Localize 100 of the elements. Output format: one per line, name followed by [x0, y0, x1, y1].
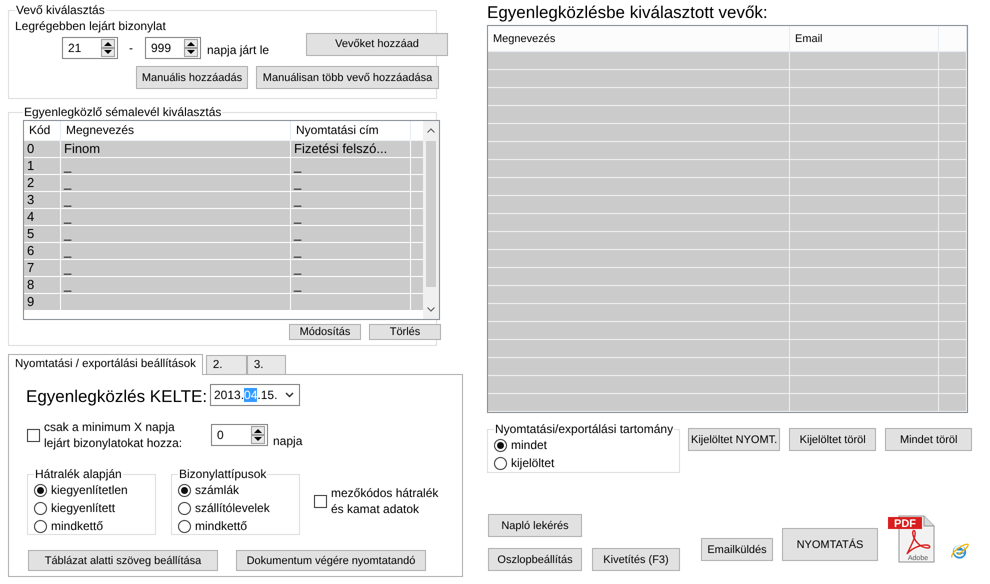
table-cell: 8: [27, 277, 34, 292]
scroll-down-icon[interactable]: [427, 307, 435, 312]
table-row[interactable]: 6 _ _: [24, 243, 423, 260]
button[interactable]: Törlés: [369, 324, 441, 340]
days-label: napja: [273, 434, 302, 448]
date-picker[interactable]: 2013.04.15.: [210, 384, 300, 406]
button[interactable]: Kijelöltet töröl: [789, 428, 876, 451]
table-cell: _: [64, 226, 72, 241]
radio-button[interactable]: [494, 438, 507, 452]
group-title: Egyenlegközlő sémalevél kiválasztás: [23, 105, 222, 119]
group-title: Vevő kiválasztás: [15, 3, 106, 17]
radio-button[interactable]: [34, 520, 47, 532]
group-title: Hátralék alapján: [34, 467, 123, 481]
radio-label: szállítólevelek: [195, 501, 270, 515]
checkbox-label: mezőkódos hátralék és kamat adatok: [331, 485, 440, 517]
radio-label: számlák: [195, 483, 240, 497]
table-cell: _: [294, 226, 302, 241]
table-cell: 6: [27, 243, 34, 258]
radio-button[interactable]: [178, 484, 191, 496]
table-row[interactable]: 1 _ _: [24, 158, 423, 175]
add-customers-button[interactable]: Vevőket hozzáad: [306, 32, 448, 56]
scroll-up-icon[interactable]: [427, 128, 435, 133]
checkbox-label: csak a minimum X napja lejárt bizonylatokat hozza:: [44, 419, 184, 451]
radio-button[interactable]: [34, 502, 47, 514]
radio-label: kijelöltet: [511, 456, 554, 470]
table-cell: _: [294, 260, 302, 275]
tab[interactable]: Nyomtatási / exportálási beállítások: [8, 354, 203, 375]
number-field[interactable]: 21: [62, 37, 118, 59]
table-cell: 5: [27, 226, 34, 241]
checkbox[interactable]: [314, 494, 327, 508]
radio-button[interactable]: [34, 484, 47, 496]
number-field[interactable]: 0: [211, 424, 268, 446]
table-row[interactable]: 4 _ _: [24, 209, 423, 226]
spin-arrows-icon[interactable]: [101, 39, 115, 57]
table-cell: Fizetési felszó...: [294, 141, 388, 156]
table-cell: _: [64, 158, 72, 173]
button[interactable]: Módosítás: [289, 324, 361, 340]
column-header[interactable]: Email: [790, 26, 939, 51]
button[interactable]: Oszlopbeállítás: [488, 548, 582, 571]
radio-button[interactable]: [178, 520, 191, 532]
spin-arrows-icon[interactable]: [251, 426, 265, 444]
print-button[interactable]: NYOMTATÁS: [782, 528, 878, 561]
table-cell: _: [64, 192, 72, 207]
radio-label: kiegyenlítetlen: [51, 483, 128, 497]
field-label: Legrégebben lejárt bizonylat: [15, 19, 166, 33]
radio-button[interactable]: [178, 502, 191, 514]
scrollbar[interactable]: [423, 121, 439, 319]
checkbox[interactable]: [27, 428, 40, 442]
table-cell: _: [64, 260, 72, 275]
button[interactable]: Manuális hozzáadás: [136, 66, 248, 89]
radio-label: kiegyenlített: [51, 501, 116, 515]
table-row[interactable]: 0 Finom Fizetési felszó...: [24, 141, 423, 158]
browser-icon[interactable]: [950, 541, 969, 561]
chevron-down-icon[interactable]: [285, 392, 294, 398]
table-cell: _: [64, 209, 72, 224]
tab[interactable]: 2.: [206, 355, 247, 374]
table-cell: _: [294, 243, 302, 258]
button[interactable]: Táblázat alatti szöveg beállítása: [28, 550, 218, 571]
table-row[interactable]: 7 _ _: [24, 260, 423, 277]
table-row[interactable]: 2 _ _: [24, 175, 423, 192]
table-cell: 3: [27, 192, 34, 207]
tab[interactable]: 3.: [246, 355, 286, 374]
button[interactable]: Napló lekérés: [488, 514, 582, 537]
button[interactable]: Dokumentum végére nyomtatandó: [236, 550, 426, 571]
table-cell: _: [294, 192, 302, 207]
table-row[interactable]: 9: [24, 294, 423, 311]
group-title: Nyomtatási/exportálási tartomány: [494, 422, 674, 436]
number-field[interactable]: 999: [145, 37, 201, 59]
radio-label: mindkettő: [195, 519, 248, 533]
radio-label: mindkettő: [51, 519, 104, 533]
table-row[interactable]: 3 _ _: [24, 192, 423, 209]
table-cell: 1: [27, 158, 34, 173]
days-label: napja járt le: [207, 43, 270, 57]
table-cell: _: [64, 175, 72, 190]
group-title: Bizonylattípusok: [178, 467, 268, 481]
column-header[interactable]: Megnevezés: [61, 121, 291, 140]
section-title: Egyenlegközlésbe kiválasztott vevők:: [487, 3, 769, 23]
table-cell: _: [64, 277, 72, 292]
table-cell: _: [294, 158, 302, 173]
table-cell: _: [294, 175, 302, 190]
column-header[interactable]: Kód: [24, 121, 61, 140]
date-label: Egyenlegközlés KELTE:: [26, 387, 208, 407]
table-cell: 7: [27, 260, 34, 275]
table-cell: 0: [27, 141, 34, 156]
table-cell: Finom: [64, 141, 100, 156]
column-header[interactable]: Megnevezés: [488, 26, 790, 51]
button[interactable]: Emailküldés: [701, 538, 773, 561]
button[interactable]: Mindet töröl: [885, 428, 972, 451]
button[interactable]: Manuálisan több vevő hozzáadása: [256, 66, 439, 89]
button[interactable]: Kivetítés (F3): [592, 548, 680, 571]
radio-label: mindet: [511, 438, 548, 452]
spin-arrows-icon[interactable]: [184, 39, 198, 57]
table-cell: _: [294, 277, 302, 292]
column-header[interactable]: Nyomtatási cím: [291, 121, 411, 140]
table-row[interactable]: 8 _ _: [24, 277, 423, 294]
table-row[interactable]: 5 _ _: [24, 226, 423, 243]
table-cell: 4: [27, 209, 34, 224]
table-cell: 9: [27, 294, 34, 309]
radio-button[interactable]: [494, 456, 507, 470]
button[interactable]: Kijelöltet NYOMT.: [688, 428, 780, 451]
